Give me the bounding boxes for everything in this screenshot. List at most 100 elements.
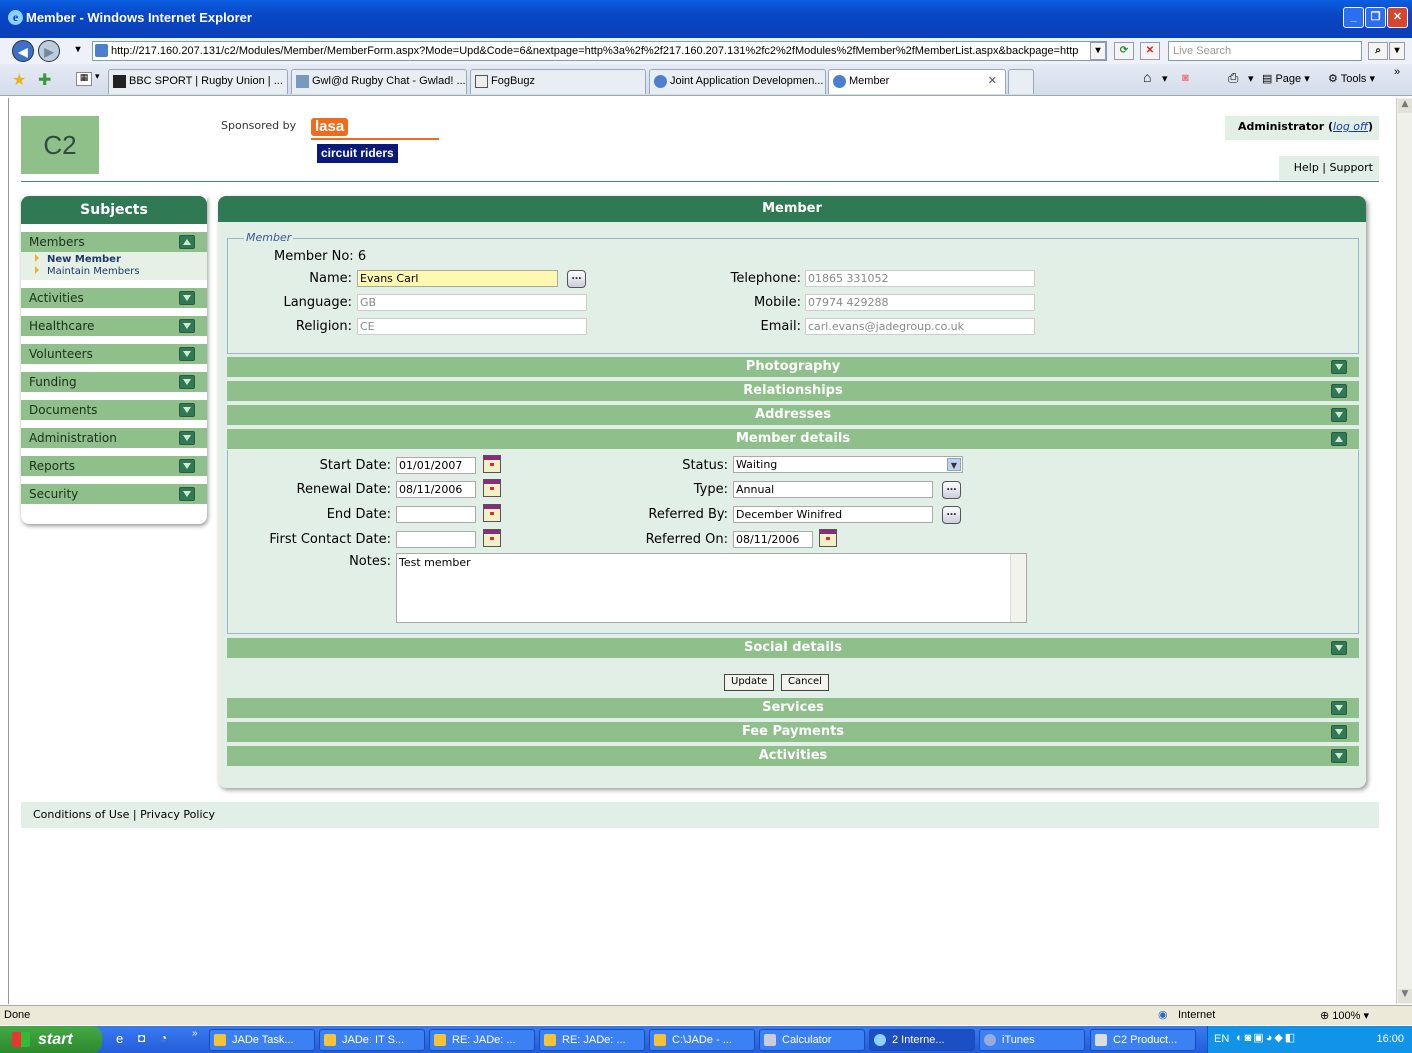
tools-menu[interactable]: ⚙ Tools ▾ (1328, 72, 1375, 85)
history-dropdown-icon[interactable]: ▾ (68, 42, 88, 60)
expand-icon[interactable] (1331, 408, 1347, 422)
tray-icons[interactable]: ◐◙▣◕◆◧ (1236, 1031, 1297, 1044)
add-favorite-icon[interactable]: ✚ (38, 70, 51, 89)
type-lookup-button[interactable]: … (942, 481, 961, 499)
taskbar-item[interactable]: iTunes (979, 1029, 1085, 1051)
conditions-link[interactable]: Conditions of Use (33, 808, 129, 821)
scroll-down-icon[interactable]: ▼ (1398, 989, 1412, 1003)
circuit-riders-logo[interactable]: circuit riders (317, 144, 398, 163)
taskbar-item[interactable]: JADe Task... (209, 1029, 315, 1051)
referred-by-lookup-button[interactable]: … (942, 506, 961, 524)
quicklaunch-outlook-icon[interactable]: ◘ (138, 1031, 145, 1045)
home-icon[interactable]: ⌂ (1143, 69, 1151, 85)
maximize-button[interactable]: ❐ (1365, 7, 1386, 28)
tab-member[interactable]: Member ✕ (828, 69, 1006, 94)
new-tab-button[interactable] (1008, 69, 1034, 94)
taskbar-item[interactable]: RE: JADe: ... (429, 1029, 535, 1051)
calendar-icon[interactable] (819, 529, 837, 547)
sidebar-item-security[interactable]: Security (21, 484, 207, 504)
support-link[interactable]: Support (1330, 161, 1373, 174)
tab-close-icon[interactable]: ✕ (988, 70, 997, 93)
collapse-icon[interactable] (1331, 432, 1347, 446)
notes-scrollbar[interactable] (1010, 554, 1026, 622)
sidebar-item-reports[interactable]: Reports (21, 456, 207, 476)
close-button[interactable]: ✕ (1387, 7, 1408, 28)
expand-icon[interactable] (179, 403, 195, 417)
update-button[interactable]: Update (724, 674, 775, 691)
telephone-field[interactable]: 01865 331052 (805, 270, 1035, 287)
expand-icon[interactable] (179, 347, 195, 361)
expand-icon[interactable] (1331, 701, 1347, 715)
sidebar-item-funding[interactable]: Funding (21, 372, 207, 392)
mobile-field[interactable]: 07974 429288 (805, 294, 1035, 311)
section-fee-payments[interactable]: Fee Payments (227, 722, 1359, 742)
chevron-down-icon[interactable]: ▼ (947, 458, 961, 471)
print-dropdown-icon[interactable]: ▾ (1248, 72, 1254, 85)
section-activities[interactable]: Activities (227, 746, 1359, 766)
start-button[interactable]: start (0, 1026, 102, 1053)
taskbar-item[interactable]: JADe: IT S... (319, 1029, 425, 1051)
expand-icon[interactable] (179, 319, 195, 333)
expand-icon[interactable] (179, 431, 195, 445)
sidebar-item-administration[interactable]: Administration (21, 428, 207, 448)
renewal-date-field[interactable]: 08/11/2006 (396, 481, 476, 498)
notes-textarea[interactable]: Test member (396, 553, 1027, 623)
expand-icon[interactable] (1331, 384, 1347, 398)
favorites-star-icon[interactable]: ★ (12, 70, 26, 89)
taskbar-item[interactable]: C2 Product... (1090, 1029, 1196, 1051)
privacy-link[interactable]: Privacy Policy (140, 808, 215, 821)
status-select[interactable]: Waiting ▼ (733, 456, 963, 473)
sidebar-item-members[interactable]: Members (21, 232, 207, 252)
calendar-icon[interactable] (483, 504, 501, 522)
help-link[interactable]: Help (1294, 161, 1319, 174)
page-scrollbar[interactable]: ▲ ▼ (1396, 98, 1412, 1004)
search-input[interactable]: Live Search (1168, 41, 1362, 61)
search-icon[interactable]: ⌕ (1368, 42, 1388, 60)
calendar-icon[interactable] (483, 455, 501, 473)
print-icon[interactable]: ⎙ (1228, 70, 1238, 86)
section-member-details[interactable]: Member details (227, 429, 1359, 449)
taskbar-item[interactable]: 2 Interne... (869, 1029, 975, 1051)
section-addresses[interactable]: Addresses (227, 405, 1359, 425)
section-social-details[interactable]: Social details (227, 638, 1359, 658)
expand-icon[interactable] (1331, 360, 1347, 374)
expand-icon[interactable] (1331, 641, 1347, 655)
expand-icon[interactable] (179, 487, 195, 501)
end-date-field[interactable] (396, 506, 476, 523)
refresh-icon[interactable]: ⟳ (1114, 42, 1134, 60)
taskbar-item[interactable]: Calculator (759, 1029, 865, 1051)
maintain-members-link[interactable]: Maintain Members (35, 266, 207, 278)
quick-tabs-icon[interactable]: ▦ (76, 72, 92, 86)
sidebar-item-volunteers[interactable]: Volunteers (21, 344, 207, 364)
back-button[interactable]: ◀ (12, 40, 34, 62)
zoom-control[interactable]: ⊕ 100% ▾ (1320, 1009, 1369, 1022)
calendar-icon[interactable] (483, 529, 501, 547)
taskbar-item[interactable]: C:\JADe - ... (649, 1029, 755, 1051)
first-contact-field[interactable] (396, 531, 476, 548)
taskbar-item[interactable]: RE: JADe: ... (539, 1029, 645, 1051)
sidebar-item-documents[interactable]: Documents (21, 400, 207, 420)
scroll-up-icon[interactable]: ▲ (1398, 99, 1412, 113)
lasa-logo[interactable]: lasa (311, 118, 349, 136)
expand-icon[interactable] (1331, 725, 1347, 739)
cancel-button[interactable]: Cancel (781, 674, 829, 691)
quicklaunch-app-icon[interactable]: ◔ (160, 1031, 167, 1045)
expand-icon[interactable] (179, 291, 195, 305)
home-dropdown-icon[interactable]: ▾ (1162, 72, 1168, 85)
tab-jad[interactable]: Joint Application Developmen... (649, 69, 826, 94)
chevron-icon[interactable]: » (1394, 66, 1400, 78)
section-relationships[interactable]: Relationships (227, 381, 1359, 401)
type-field[interactable]: Annual (733, 481, 933, 498)
tab-bbc[interactable]: BBC SPORT | Rugby Union | ... (108, 69, 288, 94)
name-lookup-button[interactable]: … (567, 270, 586, 288)
page-menu[interactable]: ▤ Page ▾ (1262, 72, 1310, 85)
referred-by-field[interactable]: December Winifred (733, 506, 933, 523)
search-options-icon[interactable]: ▾ (1389, 42, 1405, 60)
forward-button[interactable]: ▶ (38, 40, 60, 62)
name-field[interactable]: Evans Carl (357, 270, 558, 287)
quicklaunch-more-icon[interactable]: » (192, 1028, 198, 1039)
language-field[interactable]: GB (357, 294, 587, 311)
sidebar-item-healthcare[interactable]: Healthcare (21, 316, 207, 336)
email-field[interactable]: carl.evans@jadegroup.co.uk (805, 318, 1035, 335)
new-member-link[interactable]: New Member (35, 254, 207, 266)
